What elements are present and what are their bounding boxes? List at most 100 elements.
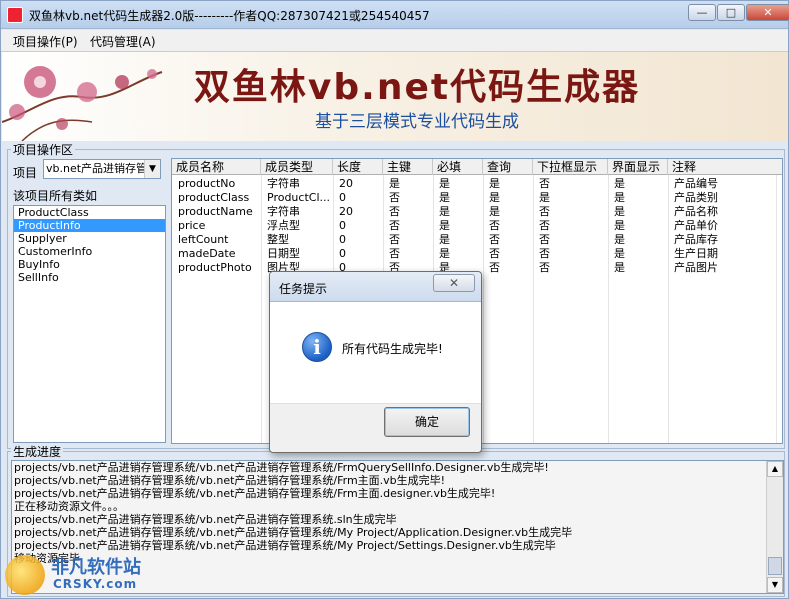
project-select[interactable]: vb.net产品进销存管 ▼	[43, 159, 161, 179]
class-item-sellinfo[interactable]: SellInfo	[14, 271, 165, 284]
cell-comment[interactable]: 生产日期	[668, 247, 776, 261]
table-row[interactable]: productClass ProductCl... 0 否是是是是产品类别	[172, 191, 782, 205]
cell-query[interactable]: 否	[483, 219, 533, 233]
cell-required[interactable]: 是	[433, 247, 483, 261]
cell-name[interactable]: productName	[172, 205, 261, 219]
scroll-thumb[interactable]	[768, 557, 782, 575]
class-item-supplyer[interactable]: Supplyer	[14, 232, 165, 245]
col-header-query[interactable]: 查询	[483, 159, 533, 175]
info-icon: i	[302, 332, 332, 362]
log-line: projects/vb.net产品进销存管理系统/vb.net产品进销存管理系统…	[14, 513, 397, 526]
class-item-customerinfo[interactable]: CustomerInfo	[14, 245, 165, 258]
ok-button[interactable]: 确定	[384, 407, 470, 437]
col-header-type[interactable]: 成员类型	[261, 159, 333, 175]
col-header-dropdown[interactable]: 下拉框显示	[533, 159, 608, 175]
col-header-primary-key[interactable]: 主键	[383, 159, 433, 175]
table-row[interactable]: madeDate 日期型 0 否是否否是生产日期	[172, 247, 782, 261]
class-item-buyinfo[interactable]: BuyInfo	[14, 258, 165, 271]
cell-required[interactable]: 是	[433, 233, 483, 247]
table-row[interactable]: productName 字符串 20 否是是否是产品名称	[172, 205, 782, 219]
table-row[interactable]: productNo 字符串 20 是是是否是产品编号	[172, 177, 782, 191]
cell-query[interactable]: 否	[483, 233, 533, 247]
cell-name[interactable]: leftCount	[172, 233, 261, 247]
cell-type[interactable]: ProductCl...	[261, 191, 333, 205]
cell-primary-key[interactable]: 否	[383, 233, 433, 247]
cell-length[interactable]: 20	[333, 205, 383, 219]
cell-name[interactable]: madeDate	[172, 247, 261, 261]
cell-length[interactable]: 0	[333, 219, 383, 233]
cell-comment[interactable]: 产品编号	[668, 177, 776, 191]
class-item-productinfo[interactable]: ProductInfo	[14, 219, 165, 232]
chevron-down-icon[interactable]: ▼	[144, 160, 160, 178]
cell-type[interactable]: 日期型	[261, 247, 333, 261]
cell-length[interactable]: 0	[333, 247, 383, 261]
cell-query[interactable]: 是	[483, 205, 533, 219]
cell-ui-display[interactable]: 是	[608, 233, 668, 247]
log-scrollbar[interactable]: ▲ ▼	[766, 461, 783, 593]
cell-primary-key[interactable]: 否	[383, 205, 433, 219]
cell-required[interactable]: 是	[433, 205, 483, 219]
cell-dropdown[interactable]: 否	[533, 261, 608, 275]
cell-query[interactable]: 是	[483, 191, 533, 205]
cell-name[interactable]: productNo	[172, 177, 261, 191]
col-header-comment[interactable]: 注释	[668, 159, 782, 175]
col-header-required[interactable]: 必填	[433, 159, 483, 175]
cell-ui-display[interactable]: 是	[608, 261, 668, 275]
cell-length[interactable]: 0	[333, 233, 383, 247]
cell-dropdown[interactable]: 是	[533, 191, 608, 205]
cell-query[interactable]: 否	[483, 261, 533, 275]
col-header-ui-display[interactable]: 界面显示	[608, 159, 668, 175]
cell-query[interactable]: 否	[483, 247, 533, 261]
cell-name[interactable]: productPhoto	[172, 261, 261, 275]
cell-required[interactable]: 是	[433, 177, 483, 191]
cell-ui-display[interactable]: 是	[608, 191, 668, 205]
class-item-productclass[interactable]: ProductClass	[14, 206, 165, 219]
menu-project[interactable]: 项目操作(P)	[13, 33, 78, 50]
cell-comment[interactable]: 产品图片	[668, 261, 776, 275]
table-row[interactable]: price 浮点型 0 否是否否是产品单价	[172, 219, 782, 233]
dialog-close-button[interactable]: ✕	[433, 274, 475, 292]
cell-dropdown[interactable]: 否	[533, 247, 608, 261]
cell-ui-display[interactable]: 是	[608, 247, 668, 261]
cell-comment[interactable]: 产品类别	[668, 191, 776, 205]
scroll-up-icon[interactable]: ▲	[767, 461, 783, 477]
cell-dropdown[interactable]: 否	[533, 219, 608, 233]
menu-code-management[interactable]: 代码管理(A)	[90, 33, 156, 50]
cell-required[interactable]: 是	[433, 219, 483, 233]
col-header-length[interactable]: 长度	[333, 159, 383, 175]
minimize-button[interactable]: —	[688, 4, 716, 21]
cell-comment[interactable]: 产品库存	[668, 233, 776, 247]
table-row[interactable]: leftCount 整型 0 否是否否是产品库存	[172, 233, 782, 247]
close-button[interactable]: ✕	[746, 4, 789, 21]
cell-dropdown[interactable]: 否	[533, 233, 608, 247]
dialog-title-bar: 任务提示 ✕	[270, 272, 481, 302]
maximize-button[interactable]: □	[717, 4, 745, 21]
cell-primary-key[interactable]: 是	[383, 177, 433, 191]
cell-type[interactable]: 整型	[261, 233, 333, 247]
cell-primary-key[interactable]: 否	[383, 247, 433, 261]
cell-ui-display[interactable]: 是	[608, 219, 668, 233]
class-listbox[interactable]: ProductClass ProductInfo Supplyer Custom…	[13, 205, 166, 443]
cell-dropdown[interactable]: 否	[533, 177, 608, 191]
cell-comment[interactable]: 产品名称	[668, 205, 776, 219]
cell-primary-key[interactable]: 否	[383, 191, 433, 205]
scroll-down-icon[interactable]: ▼	[767, 577, 783, 593]
cell-required[interactable]: 是	[433, 191, 483, 205]
watermark-sub: CRSKY.com	[53, 577, 138, 591]
watermark-main: 非凡软件站	[51, 557, 141, 578]
cell-comment[interactable]: 产品单价	[668, 219, 776, 233]
cell-length[interactable]: 20	[333, 177, 383, 191]
cell-ui-display[interactable]: 是	[608, 177, 668, 191]
title-bar: 双鱼林vb.net代码生成器2.0版---------作者QQ:28730742…	[1, 1, 789, 29]
cell-type[interactable]: 字符串	[261, 205, 333, 219]
col-header-name[interactable]: 成员名称	[172, 159, 261, 175]
cell-ui-display[interactable]: 是	[608, 205, 668, 219]
cell-dropdown[interactable]: 否	[533, 205, 608, 219]
cell-primary-key[interactable]: 否	[383, 219, 433, 233]
cell-type[interactable]: 浮点型	[261, 219, 333, 233]
cell-type[interactable]: 字符串	[261, 177, 333, 191]
cell-query[interactable]: 是	[483, 177, 533, 191]
cell-name[interactable]: price	[172, 219, 261, 233]
cell-length[interactable]: 0	[333, 191, 383, 205]
cell-name[interactable]: productClass	[172, 191, 261, 205]
